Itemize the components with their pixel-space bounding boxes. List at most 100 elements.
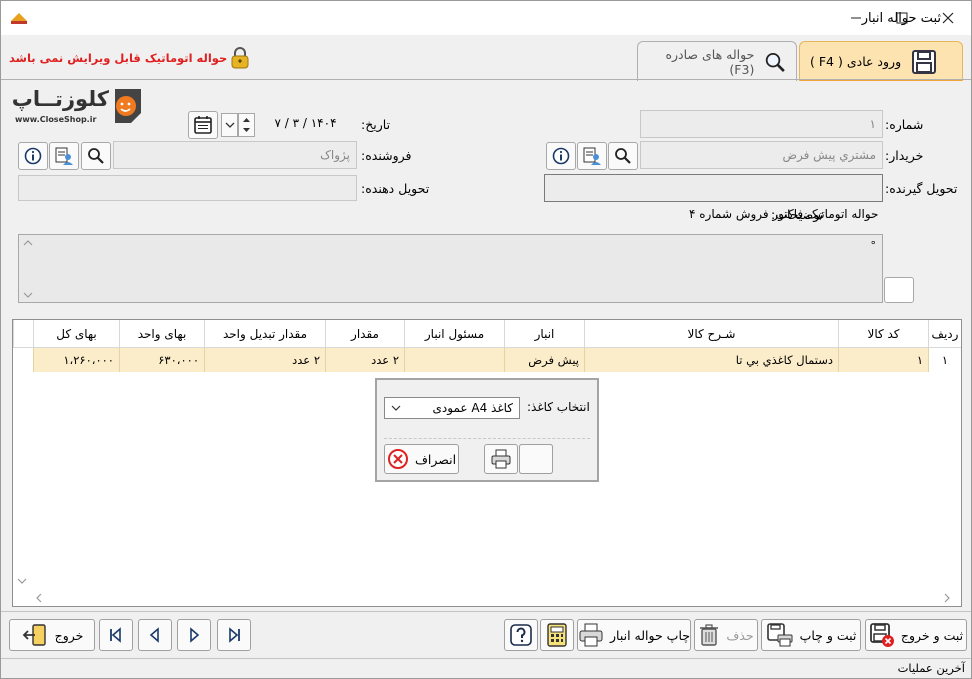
calculator-button[interactable]: [540, 619, 574, 651]
title-bar: ثبت حواله انبار: [1, 1, 971, 35]
logo-brand-text: کلوزتــاپ: [11, 87, 109, 111]
paper-select[interactable]: کاغذ A4 عمودی: [384, 397, 520, 419]
col-header[interactable]: شـرح کالا: [584, 320, 838, 348]
skip-last-icon: [229, 627, 240, 643]
scroll-down-icon[interactable]: [23, 291, 33, 299]
logo-url-text: www.CloseShop.ir: [15, 115, 97, 124]
paper-select-label: انتخاب کاغذ:: [527, 400, 590, 414]
save-print-button[interactable]: ثبت و چاپ: [761, 619, 861, 651]
receiver-field[interactable]: [544, 174, 883, 202]
lock-icon: [231, 47, 249, 69]
chevron-down-icon: [225, 122, 234, 128]
delete-label: حذف: [726, 627, 754, 643]
print-paper-dialog: انتخاب کاغذ: کاغذ A4 عمودی انصراف: [375, 378, 599, 482]
scroll-right-icon[interactable]: [943, 593, 951, 603]
toolbar-divider: [1, 611, 971, 612]
cell-conv-qty: ۲ عدد: [204, 348, 325, 372]
save-icon: [912, 49, 937, 74]
number-field[interactable]: ۱: [640, 110, 883, 138]
previous-record-button[interactable]: [138, 619, 172, 651]
save-exit-icon: [869, 623, 894, 647]
exit-label: خروج: [54, 627, 84, 643]
skip-first-icon: [110, 627, 121, 643]
help-button[interactable]: [504, 619, 538, 651]
search-icon: [766, 52, 786, 72]
help-icon: [510, 624, 532, 646]
seller-search-button[interactable]: [81, 142, 111, 170]
paper-select-value: کاغذ A4 عمودی: [432, 401, 513, 415]
status-bar: آخرین عملیات: [1, 658, 971, 678]
col-header[interactable]: ردیف: [928, 320, 961, 348]
col-header[interactable]: بهای واحد: [119, 320, 204, 348]
save-print-label: ثبت و چاپ: [799, 627, 857, 643]
close-button[interactable]: [925, 1, 971, 35]
user-card-icon: [55, 147, 73, 165]
printer-icon: [579, 623, 603, 647]
dialog-divider: [384, 438, 590, 439]
cancel-label: انصراف: [414, 451, 457, 467]
col-header-spacer: [13, 320, 33, 348]
cell-total: ۱،۲۶۰،۰۰۰: [33, 348, 119, 372]
memo-side-button[interactable]: [884, 277, 914, 303]
buyer-profile-button[interactable]: [577, 142, 607, 170]
deliverer-field[interactable]: [18, 175, 357, 201]
lock-notice-text: حواله اتوماتیک قابل ویرایش نمی باشد: [9, 51, 228, 65]
seller-field[interactable]: پژواک: [113, 141, 357, 169]
seller-label: فروشنده:: [361, 148, 412, 163]
tab-label: حواله های صادره (F3): [665, 46, 755, 77]
memo-textarea[interactable]: °: [18, 234, 883, 303]
save-exit-button[interactable]: ثبت و خروج: [865, 619, 967, 651]
col-header[interactable]: مقدار تبدیل واحد: [204, 320, 325, 348]
unused: [519, 444, 553, 474]
print-voucher-button[interactable]: چاپ حواله انبار: [577, 619, 691, 651]
number-label: شماره:: [885, 117, 924, 132]
tab-label: ورود عادی ( F4 ): [810, 54, 902, 69]
play-left-icon: [149, 627, 159, 643]
receiver-label: تحویل گیرنده:: [885, 181, 958, 196]
col-header[interactable]: بهای کل: [33, 320, 119, 348]
scroll-down-icon[interactable]: [17, 577, 27, 585]
date-dropdown[interactable]: [221, 113, 238, 137]
next-record-button[interactable]: [177, 619, 211, 651]
last-record-button[interactable]: [217, 619, 251, 651]
col-header[interactable]: مقدار: [325, 320, 404, 348]
date-label: تاریخ:: [361, 117, 391, 132]
delete-button[interactable]: حذف: [694, 619, 758, 651]
seller-profile-button[interactable]: [49, 142, 79, 170]
printer-icon: [491, 449, 511, 469]
buyer-field[interactable]: مشتري پيش فرض: [640, 141, 883, 169]
cell-code: ۱: [838, 348, 928, 372]
user-card-icon: [583, 147, 601, 165]
calculator-icon: [547, 623, 567, 647]
first-record-button[interactable]: [99, 619, 133, 651]
buyer-info-button[interactable]: [546, 142, 576, 170]
save-print-icon: [766, 623, 793, 647]
col-header[interactable]: مسئول انبار: [404, 320, 504, 348]
cancel-icon: [387, 449, 408, 469]
col-header[interactable]: انبار: [504, 320, 584, 348]
notes-value: حواله اتوماتیک فاکتور فروش شماره ۴: [689, 207, 879, 221]
col-header[interactable]: کد کالا: [838, 320, 928, 348]
exit-button[interactable]: خروج: [9, 619, 95, 651]
date-field[interactable]: ۱۴۰۴ / ۳ / ۷: [255, 110, 356, 138]
scroll-up-icon[interactable]: [23, 239, 33, 247]
info-icon: [24, 147, 42, 165]
main-panel: حواله اتوماتیک قابل ویرایش نمی باشد ورود…: [1, 35, 971, 658]
status-last-ops: آخرین عملیات: [897, 661, 965, 675]
minimize-button[interactable]: [833, 1, 879, 35]
date-spinner[interactable]: [238, 113, 255, 137]
buyer-search-button[interactable]: [608, 142, 638, 170]
calendar-button[interactable]: [188, 111, 218, 139]
print-button[interactable]: [484, 444, 518, 474]
tab-normal-entry[interactable]: ورود عادی ( F4 ): [799, 41, 963, 81]
cell-row: ۱: [928, 348, 961, 372]
scroll-left-icon[interactable]: [35, 593, 43, 603]
cancel-button[interactable]: انصراف: [384, 444, 459, 474]
cell-qty: ۲ عدد: [325, 348, 404, 372]
tab-issued-vouchers[interactable]: حواله های صادره (F3): [637, 41, 797, 81]
chevron-down-icon: [391, 405, 401, 411]
memo-text: °: [870, 239, 877, 252]
seller-info-button[interactable]: [18, 142, 48, 170]
save-exit-label: ثبت و خروج: [900, 627, 964, 643]
maximize-button[interactable]: [879, 1, 925, 35]
